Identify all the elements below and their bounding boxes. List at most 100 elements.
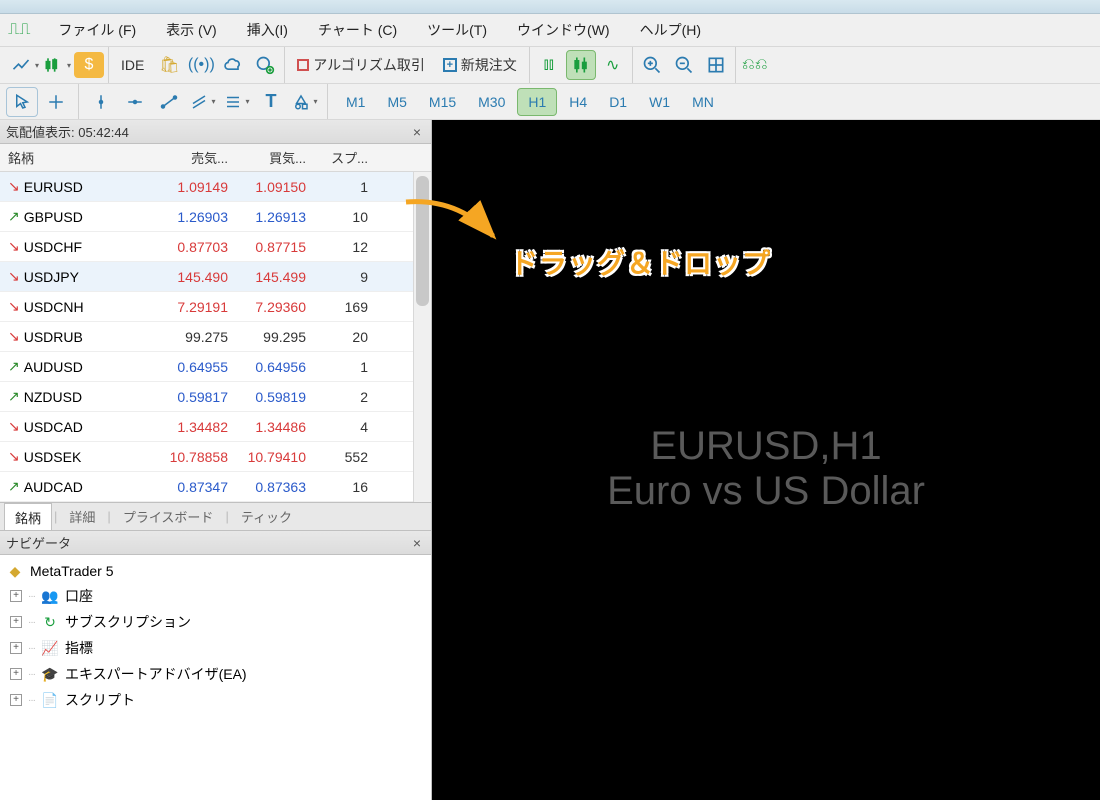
expand-icon[interactable]: + xyxy=(10,694,22,706)
menu-tools[interactable]: ツール(T) xyxy=(421,16,493,44)
shapes-tool-icon[interactable]: ▾ xyxy=(289,87,321,117)
table-row[interactable]: ↘EURUSD1.091491.091501 xyxy=(0,172,431,202)
timeframe-d1[interactable]: D1 xyxy=(599,89,637,115)
table-row[interactable]: ↘USDJPY145.490145.4999 xyxy=(0,262,431,292)
cloud-icon[interactable] xyxy=(218,50,248,80)
channel-tool-icon[interactable]: ▾ xyxy=(187,87,219,117)
menu-chart[interactable]: チャート (C) xyxy=(312,16,403,44)
text-tool-icon[interactable]: T xyxy=(255,87,287,117)
tab-symbols[interactable]: 銘柄 xyxy=(4,503,52,531)
navigator-item[interactable]: +···↻サブスクリプション xyxy=(6,609,425,635)
navigator-item[interactable]: +···📈指標 xyxy=(6,635,425,661)
scrollbar-thumb[interactable] xyxy=(416,176,429,306)
bid-price: 0.64955 xyxy=(158,359,236,375)
chart-line-icon[interactable]: ▾ xyxy=(10,50,40,80)
navigator-item[interactable]: +···📄スクリプト xyxy=(6,687,425,713)
vertical-line-tool-icon[interactable] xyxy=(85,87,117,117)
algo-trading-button[interactable]: アルゴリズム取引 xyxy=(289,50,432,80)
navigator-item-label: スクリプト xyxy=(65,690,135,710)
expand-icon[interactable]: + xyxy=(10,668,22,680)
table-row[interactable]: ↘USDCAD1.344821.344864 xyxy=(0,412,431,442)
navigator-header[interactable]: ナビゲータ × xyxy=(0,531,431,555)
timeframe-h1[interactable]: H1 xyxy=(517,88,557,116)
bid-price: 0.59817 xyxy=(158,389,236,405)
vps-add-icon[interactable] xyxy=(250,50,280,80)
crosshair-tool-icon[interactable] xyxy=(40,87,72,117)
scrollbar[interactable] xyxy=(413,172,431,502)
menu-help[interactable]: ヘルプ(H) xyxy=(634,16,707,44)
ask-price: 0.64956 xyxy=(236,359,314,375)
new-order-button[interactable]: + 新規注文 xyxy=(435,50,525,80)
scroll-icon[interactable]: ⎌⎌ xyxy=(740,50,770,80)
timeframe-mn[interactable]: MN xyxy=(682,89,724,115)
ask-price: 1.09150 xyxy=(236,179,314,195)
tab-priceboard[interactable]: プライスボード xyxy=(113,503,224,530)
candlestick-icon[interactable] xyxy=(566,50,596,80)
line-wave-icon[interactable]: ∿ xyxy=(598,50,628,80)
table-row[interactable]: ↗AUDCAD0.873470.8736316 xyxy=(0,472,431,502)
menu-insert[interactable]: 挿入(I) xyxy=(241,16,294,44)
chart-area[interactable]: EURUSD,H1 Euro vs US Dollar xyxy=(432,120,1100,800)
table-row[interactable]: ↗AUDUSD0.649550.649561 xyxy=(0,352,431,382)
navigator-item[interactable]: +···🎓エキスパートアドバイザ(EA) xyxy=(6,661,425,687)
menu-view[interactable]: 表示 (V) xyxy=(160,16,223,44)
zoom-out-icon[interactable] xyxy=(669,50,699,80)
col-bid[interactable]: 売気... xyxy=(158,148,236,167)
tab-tick[interactable]: ティック xyxy=(231,503,302,530)
symbol-name: USDCHF xyxy=(24,239,82,255)
col-spread[interactable]: スプ... xyxy=(314,148,376,167)
table-row[interactable]: ↘USDSEK10.7885810.79410552 xyxy=(0,442,431,472)
expand-icon[interactable]: + xyxy=(10,616,22,628)
menu-file[interactable]: ファイル (F) xyxy=(52,16,142,44)
ask-price: 99.295 xyxy=(236,329,314,345)
table-row[interactable]: ↗GBPUSD1.269031.2691310 xyxy=(0,202,431,232)
timeframe-m5[interactable]: M5 xyxy=(377,89,416,115)
grad-icon: 🎓 xyxy=(41,665,59,683)
navigator-root[interactable]: ◆ MetaTrader 5 xyxy=(6,559,425,583)
expand-icon[interactable]: + xyxy=(10,590,22,602)
expand-icon[interactable]: + xyxy=(10,642,22,654)
tab-details[interactable]: 詳細 xyxy=(59,503,105,530)
chart-candles-icon[interactable]: ▾ xyxy=(42,50,72,80)
direction-icon: ↘ xyxy=(8,238,20,255)
grid-icon[interactable] xyxy=(701,50,731,80)
timeframe-m15[interactable]: M15 xyxy=(419,89,466,115)
direction-icon: ↗ xyxy=(8,388,20,405)
spread-value: 552 xyxy=(314,449,376,465)
market-watch-header[interactable]: 気配値表示: 05:42:44 × xyxy=(0,120,431,144)
fibo-tool-icon[interactable]: ▾ xyxy=(221,87,253,117)
direction-icon: ↗ xyxy=(8,478,20,495)
navigator-item-label: エキスパートアドバイザ(EA) xyxy=(65,664,247,684)
navigator-item[interactable]: +···👥口座 xyxy=(6,583,425,609)
ask-price: 1.34486 xyxy=(236,419,314,435)
timeframe-m1[interactable]: M1 xyxy=(336,89,375,115)
col-symbol[interactable]: 銘柄 xyxy=(0,148,158,167)
table-row[interactable]: ↘USDCNH7.291917.29360169 xyxy=(0,292,431,322)
col-ask[interactable]: 買気... xyxy=(236,148,314,167)
direction-icon: ↗ xyxy=(8,358,20,375)
timeframe-h4[interactable]: H4 xyxy=(559,89,597,115)
signal-icon[interactable]: ((•)) xyxy=(186,50,216,80)
zoom-in-icon[interactable] xyxy=(637,50,667,80)
dollar-icon[interactable]: $ xyxy=(74,52,104,78)
close-icon[interactable]: × xyxy=(409,124,425,140)
ask-price: 1.26913 xyxy=(236,209,314,225)
direction-icon: ↗ xyxy=(8,208,20,225)
table-row[interactable]: ↘USDRUB99.27599.29520 xyxy=(0,322,431,352)
timeframe-m30[interactable]: M30 xyxy=(468,89,515,115)
close-icon[interactable]: × xyxy=(409,535,425,551)
shopping-bag-icon[interactable]: 🛍 xyxy=(154,50,184,80)
window-title-bar xyxy=(0,0,1100,14)
menu-window[interactable]: ウインドウ(W) xyxy=(511,16,616,44)
navigator-item-label: 指標 xyxy=(65,638,93,658)
horizontal-line-tool-icon[interactable] xyxy=(119,87,151,117)
trend-line-tool-icon[interactable] xyxy=(153,87,185,117)
table-row[interactable]: ↘USDCHF0.877030.8771512 xyxy=(0,232,431,262)
ide-button[interactable]: IDE xyxy=(113,50,152,80)
table-row[interactable]: ↗NZDUSD0.598170.598192 xyxy=(0,382,431,412)
timeframe-w1[interactable]: W1 xyxy=(639,89,680,115)
navigator-panel: ナビゲータ × ◆ MetaTrader 5 +···👥口座+···↻サブスクリ… xyxy=(0,530,431,800)
ask-price: 0.87363 xyxy=(236,479,314,495)
cursor-tool-icon[interactable] xyxy=(6,87,38,117)
bar-chart-icon[interactable]: ⫾⫾ xyxy=(534,50,564,80)
